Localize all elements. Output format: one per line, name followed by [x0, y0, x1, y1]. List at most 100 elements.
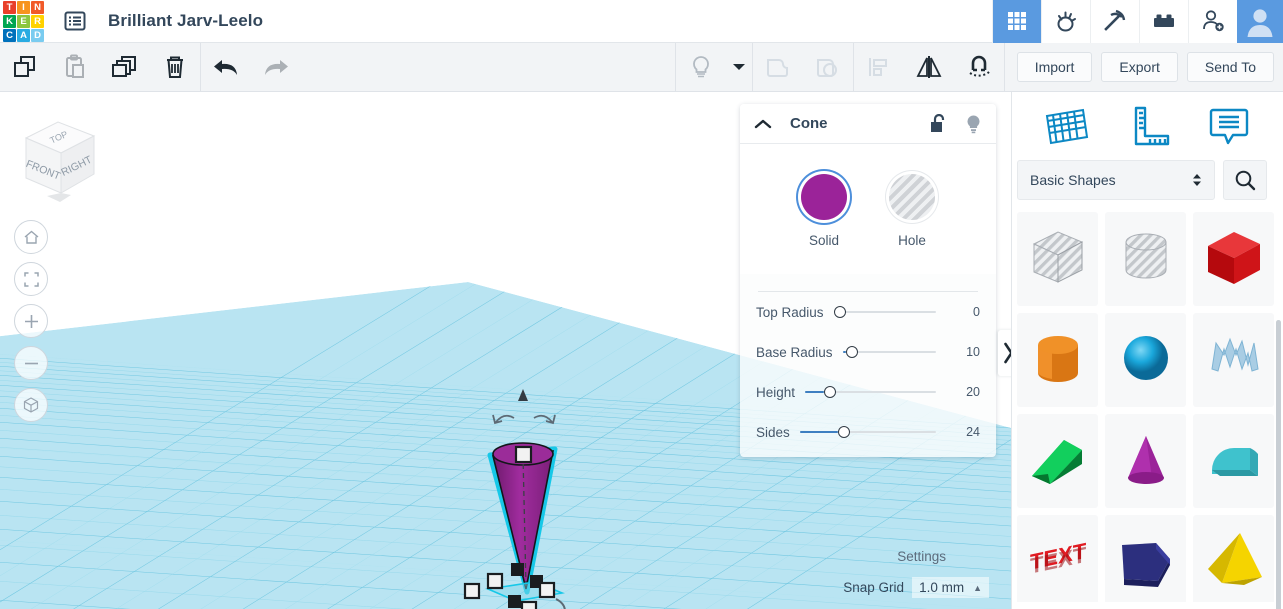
shape-cylinder-thumbnail — [1024, 323, 1092, 398]
note-tab[interactable] — [1202, 101, 1256, 151]
tab-circuits[interactable] — [1041, 0, 1090, 43]
shape-text[interactable]: TEXT TEXT — [1017, 515, 1098, 602]
logo-tile-e: E — [17, 15, 30, 28]
search-shapes-button[interactable] — [1223, 160, 1267, 200]
logo-tile-c: C — [3, 29, 16, 42]
fit-to-view-button[interactable] — [14, 262, 48, 296]
cube-view-icon — [23, 397, 39, 413]
shape-box[interactable] — [1193, 212, 1274, 306]
tab-codeblocks[interactable] — [1090, 0, 1139, 43]
ungroup-button[interactable] — [803, 43, 853, 91]
rotate-handle-top[interactable] — [492, 414, 556, 425]
sides-slider[interactable]: Sides 24 — [740, 412, 996, 452]
duplicate-button[interactable] — [100, 43, 150, 91]
minus-icon — [24, 362, 38, 364]
shape-cylinder[interactable] — [1017, 313, 1098, 407]
shape-search-row: Basic Shapes — [1012, 160, 1283, 200]
chevron-up-icon: ▲ — [973, 582, 982, 593]
circuits-bulb-icon — [1057, 11, 1076, 32]
top-radius-slider-knob[interactable] — [833, 306, 846, 318]
mirror-button[interactable] — [904, 43, 954, 91]
snap-grid-label: Snap Grid — [843, 580, 905, 595]
selected-cone-object[interactable] — [460, 377, 610, 609]
home-view-button[interactable] — [14, 220, 48, 254]
lock-toggle-button[interactable] — [930, 114, 947, 133]
sides-slider-knob[interactable] — [838, 426, 851, 438]
ortho-perspective-button[interactable] — [14, 388, 48, 422]
top-radius-slider-track[interactable] — [833, 302, 948, 322]
shape-box-hole[interactable] — [1017, 212, 1098, 306]
sides-slider-label: Sides — [756, 424, 790, 440]
copy-button[interactable] — [0, 43, 50, 91]
snap-magnet-button[interactable] — [954, 43, 1004, 91]
redo-button[interactable] — [251, 43, 301, 91]
select-caret-icon — [1192, 173, 1202, 187]
shape-cylinder-hole[interactable] — [1105, 212, 1186, 306]
shape-sphere-thumbnail — [1112, 323, 1180, 398]
height-slider[interactable]: Height 20 — [740, 372, 996, 412]
undo-button[interactable] — [201, 43, 251, 91]
zoom-in-button[interactable] — [14, 304, 48, 338]
sides-slider-track[interactable] — [799, 422, 948, 442]
invite-people-button[interactable] — [1188, 0, 1237, 43]
tinkercad-logo[interactable]: TIN KER CAD — [2, 0, 44, 42]
shape-roof[interactable] — [1017, 414, 1098, 508]
align-button[interactable] — [854, 43, 904, 91]
mirror-flip-icon — [916, 56, 942, 78]
note-callout-icon — [1209, 108, 1248, 145]
view-cube[interactable]: TOP FRONT RIGHT — [14, 110, 104, 202]
shape-round-roof[interactable] — [1193, 414, 1274, 508]
lightbulb-button[interactable] — [676, 43, 726, 91]
workplane-tab[interactable] — [1040, 101, 1094, 151]
logo-tile-t: T — [3, 1, 16, 14]
highlight-toggle-button[interactable] — [965, 114, 982, 134]
align-icon — [868, 58, 887, 76]
snap-grid-row: Snap Grid 1.0 mm ▲ — [843, 577, 989, 598]
snap-grid-select[interactable]: 1.0 mm ▲ — [912, 577, 989, 598]
sidebar-scrollbar-thumb[interactable] — [1276, 320, 1281, 609]
add-person-icon — [1203, 10, 1224, 32]
lego-brick-icon — [1154, 14, 1174, 27]
collapse-inspector-button[interactable] — [754, 118, 772, 130]
base-radius-slider-knob[interactable] — [845, 346, 858, 358]
send-to-button[interactable]: Send To — [1186, 52, 1274, 82]
page-title[interactable]: Brilliant Jarv-Leelo — [108, 11, 263, 31]
hole-swatch[interactable]: Hole — [889, 174, 935, 248]
height-slider-track[interactable] — [805, 382, 948, 402]
import-button[interactable]: Import — [1016, 52, 1093, 82]
group-button[interactable] — [753, 43, 803, 91]
inspector-header: Cone — [740, 104, 996, 144]
unlock-icon — [931, 114, 945, 132]
tab-3d-design[interactable] — [992, 0, 1041, 43]
avatar[interactable] — [1237, 0, 1283, 43]
base-radius-slider-track[interactable] — [842, 342, 948, 362]
settings-button[interactable]: Settings — [890, 546, 953, 567]
shape-scribble[interactable] — [1193, 313, 1274, 407]
lightbulb-dropdown-button[interactable] — [726, 43, 752, 91]
height-handle[interactable] — [514, 445, 533, 464]
inspector-white-pad — [740, 248, 996, 274]
logo-tile-a: A — [17, 29, 30, 42]
lightbulb-icon — [967, 115, 980, 133]
shape-sphere[interactable] — [1105, 313, 1186, 407]
shape-category-select[interactable]: Basic Shapes — [1017, 160, 1215, 200]
trash-icon — [167, 56, 183, 78]
ruler-tab[interactable] — [1121, 101, 1175, 151]
shape-polygon[interactable] — [1105, 515, 1186, 602]
shape-pyramid[interactable] — [1193, 515, 1274, 602]
rotate-handle-bottom[interactable] — [550, 598, 566, 609]
height-slider-knob[interactable] — [823, 386, 836, 398]
home-icon — [24, 230, 38, 244]
solid-color-circle — [801, 174, 847, 220]
base-radius-slider[interactable]: Base Radius 10 — [740, 332, 996, 372]
paste-button[interactable] — [50, 43, 100, 91]
shape-cone[interactable] — [1105, 414, 1186, 508]
delete-button[interactable] — [150, 43, 200, 91]
project-menu-button[interactable] — [60, 6, 90, 36]
solid-swatch[interactable]: Solid — [801, 174, 847, 248]
logo-tile-d: D — [31, 29, 44, 42]
zoom-out-button[interactable] — [14, 346, 48, 380]
top-radius-slider[interactable]: Top Radius 0 — [740, 292, 996, 332]
export-button[interactable]: Export — [1101, 52, 1178, 82]
tab-blocks[interactable] — [1139, 0, 1188, 43]
